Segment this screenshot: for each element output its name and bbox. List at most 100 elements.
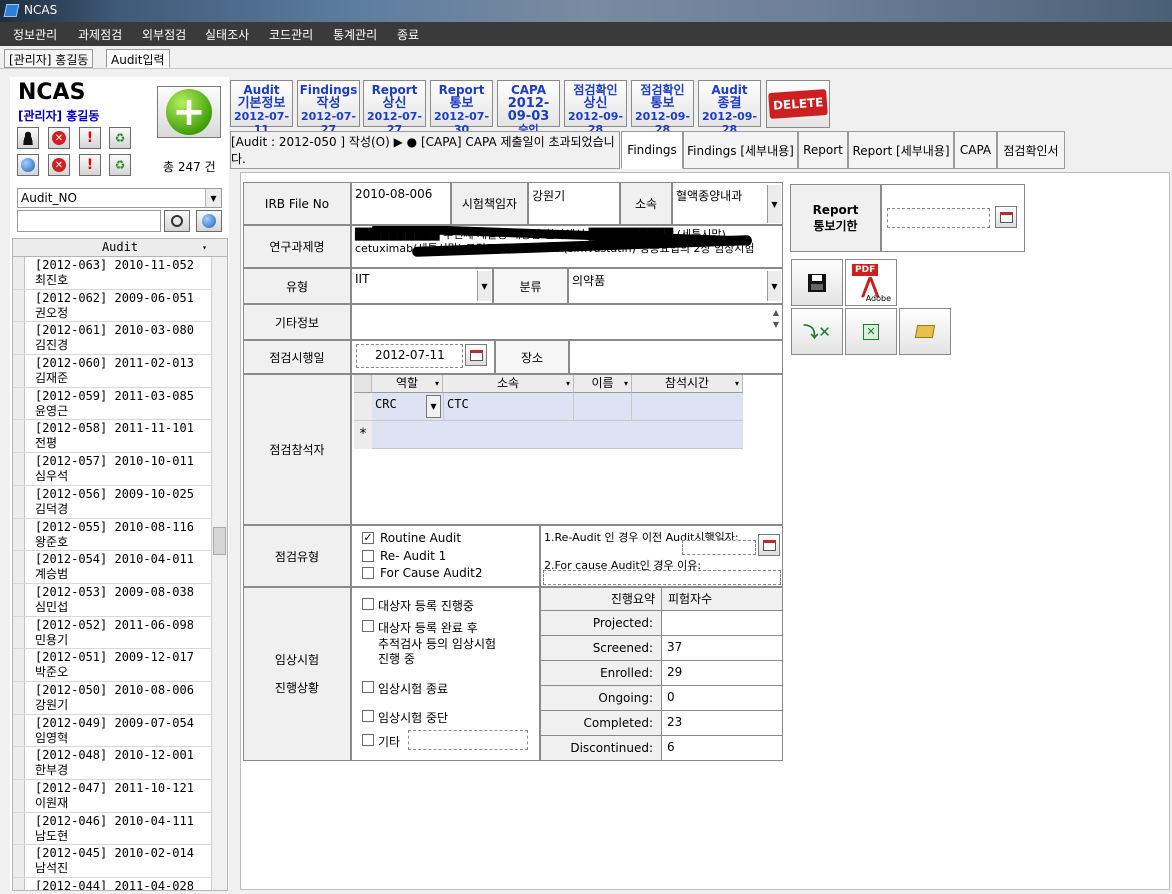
date-input[interactable]: 2012-07-11 — [356, 344, 463, 368]
tab-findings-detail[interactable]: Findings [세부내용] — [683, 131, 798, 169]
row-selector[interactable] — [13, 845, 25, 878]
search-button[interactable] — [164, 210, 190, 232]
row-selector[interactable] — [13, 355, 25, 387]
alert-button[interactable]: ! — [79, 127, 101, 149]
pdf-button[interactable]: PDF ⋀ Adobe — [845, 259, 897, 306]
previous-audit-calendar-button[interactable] — [758, 534, 780, 556]
list-item[interactable]: [2012-061] 2010-03-080 김진경 — [13, 322, 227, 356]
report-deadline-input[interactable] — [887, 208, 990, 228]
grid-cell-name[interactable] — [574, 393, 632, 421]
class-select[interactable]: 의약품 ▼ — [568, 268, 783, 304]
pi-field[interactable]: 강원기 — [528, 182, 620, 225]
row-selector[interactable] — [13, 878, 25, 890]
cause-input[interactable] — [543, 570, 781, 585]
list-item[interactable]: [2012-047] 2011-10-121 이원재 — [13, 780, 227, 813]
grid-header-name[interactable]: 이름 ▾ — [574, 375, 632, 393]
row-selector[interactable] — [13, 681, 25, 714]
list-item[interactable]: [2012-059] 2011-03-085 윤영근 — [13, 387, 227, 421]
excel-import-button[interactable]: ⤵✕ — [791, 308, 843, 355]
row-selector[interactable] — [13, 649, 25, 681]
calendar-button[interactable] — [465, 344, 487, 366]
grid-header-time[interactable]: 참석시간 ▾ — [632, 375, 743, 393]
grid-cell-time[interactable] — [632, 393, 743, 421]
type-select[interactable]: IIT ▼ — [351, 268, 493, 304]
row-selector[interactable] — [13, 420, 25, 453]
row-selector[interactable] — [13, 257, 25, 289]
progress-followup-checkbox[interactable] — [362, 620, 374, 632]
summary-value[interactable]: 37 — [662, 636, 782, 661]
progress-other-input[interactable] — [408, 730, 528, 750]
list-scrollbar[interactable] — [211, 257, 227, 890]
progress-other-checkbox[interactable] — [362, 734, 374, 746]
list-item[interactable]: [2012-051] 2009-12-017 박준오 — [13, 649, 227, 682]
row-selector[interactable] — [13, 780, 25, 812]
user-button[interactable] — [17, 127, 39, 149]
row-selector[interactable] — [13, 551, 25, 583]
menu-external-audit[interactable]: 외부점검 — [142, 26, 186, 43]
etc-field[interactable]: ▲ ▼ — [351, 304, 783, 340]
progress-stopped-checkbox[interactable] — [362, 710, 374, 722]
new-row[interactable] — [372, 421, 743, 449]
recycle-button-2[interactable]: ♻ — [109, 154, 131, 176]
list-item[interactable]: [2012-052] 2011-06-098 민용기 — [13, 616, 227, 650]
tab-capa[interactable]: CAPA — [954, 131, 997, 169]
tab-report[interactable]: Report — [798, 131, 848, 169]
action-button-8[interactable]: Audit 종결 2012-09-28 — [698, 80, 761, 136]
row-selector[interactable] — [13, 518, 25, 551]
list-item[interactable]: [2012-048] 2010-12-001 한부경 — [13, 747, 227, 780]
list-item[interactable]: [2012-049] 2009-07-054 임영혁 — [13, 714, 227, 748]
open-folder-button[interactable] — [899, 308, 951, 355]
progress-ended-checkbox[interactable] — [362, 681, 374, 693]
re-audit-checkbox[interactable] — [362, 550, 374, 562]
user-tab-audit-input[interactable]: Audit입력 — [106, 49, 170, 68]
list-item[interactable]: [2012-062] 2009-06-051 권오정 — [13, 289, 227, 323]
menu-code[interactable]: 코드관리 — [269, 26, 313, 43]
irb-field[interactable]: 2010-08-006 — [351, 182, 451, 225]
recycle-button[interactable]: ♻ — [109, 127, 131, 149]
list-item[interactable]: [2012-060] 2011-02-013 김재준 — [13, 355, 227, 388]
remove-button-2[interactable]: ✕ — [48, 154, 70, 176]
list-item[interactable]: [2012-056] 2009-10-025 김덕경 — [13, 485, 227, 519]
tab-findings[interactable]: Findings — [621, 131, 683, 169]
previous-audit-date-input[interactable] — [682, 540, 756, 555]
user-tab-admin[interactable]: [관리자] 홍길동 — [4, 49, 94, 68]
chevron-down-icon[interactable]: ▼ — [426, 395, 441, 418]
search-field-select[interactable]: Audit_NO ▼ — [17, 188, 222, 208]
row-selector[interactable] — [13, 322, 25, 355]
action-button-4[interactable]: Report 통보 2012-07-30 — [430, 80, 493, 136]
save-button[interactable] — [791, 259, 843, 306]
list-item[interactable]: [2012-055] 2010-08-116 왕준호 — [13, 518, 227, 552]
menu-survey[interactable]: 실태조사 — [205, 26, 249, 43]
row-selector[interactable] — [13, 289, 25, 322]
title-field[interactable]: ██████████ 두번째 재발성 대장암 환자에서 ██████████ (… — [351, 225, 783, 268]
menu-exit[interactable]: 종료 — [397, 26, 419, 43]
action-button-1[interactable]: Audit 기본정보 2012-07-11 — [230, 80, 293, 136]
action-button-5[interactable]: CAPA 2012-09-03 승인 — [497, 80, 560, 136]
list-item[interactable]: [2012-057] 2010-10-011 심우석 — [13, 453, 227, 486]
grid-header-role[interactable]: 역할 ▾ — [372, 375, 443, 393]
dept-select[interactable]: 혈액종양내과 ▼ — [672, 182, 783, 225]
add-button[interactable]: + — [157, 86, 221, 138]
tab-report-detail[interactable]: Report [세부내용] — [848, 131, 954, 169]
row-selector[interactable] — [354, 393, 372, 421]
report-calendar-button[interactable] — [995, 206, 1017, 228]
summary-value[interactable]: 0 — [662, 686, 782, 711]
progress-enrolling-checkbox[interactable] — [362, 598, 374, 610]
list-item[interactable]: [2012-044] 2011-04-028 — [13, 878, 227, 890]
for-cause-checkbox[interactable] — [362, 567, 374, 579]
status-tab[interactable]: [Audit : 2012-050 ] 작성(O) ▶ ● [CAPA] CAP… — [230, 131, 620, 169]
summary-value[interactable]: 29 — [662, 661, 782, 686]
grid-cell-role[interactable]: CRC ▼ — [372, 393, 444, 421]
routine-audit-checkbox[interactable]: ✓ — [362, 532, 374, 544]
row-selector[interactable] — [13, 485, 25, 518]
summary-value[interactable]: 23 — [662, 711, 782, 736]
web-button[interactable] — [196, 210, 222, 232]
place-field[interactable] — [569, 340, 783, 374]
list-item[interactable]: [2012-050] 2010-08-006 강원기 — [13, 681, 227, 715]
summary-value[interactable] — [662, 611, 782, 636]
list-item[interactable]: [2012-046] 2010-04-111 남도현 — [13, 812, 227, 846]
list-item[interactable]: [2012-058] 2011-11-101 전평 — [13, 420, 227, 454]
globe-button[interactable] — [17, 154, 39, 176]
grid-header-dept[interactable]: 소속 ▾ — [443, 375, 574, 393]
row-selector[interactable] — [13, 616, 25, 649]
